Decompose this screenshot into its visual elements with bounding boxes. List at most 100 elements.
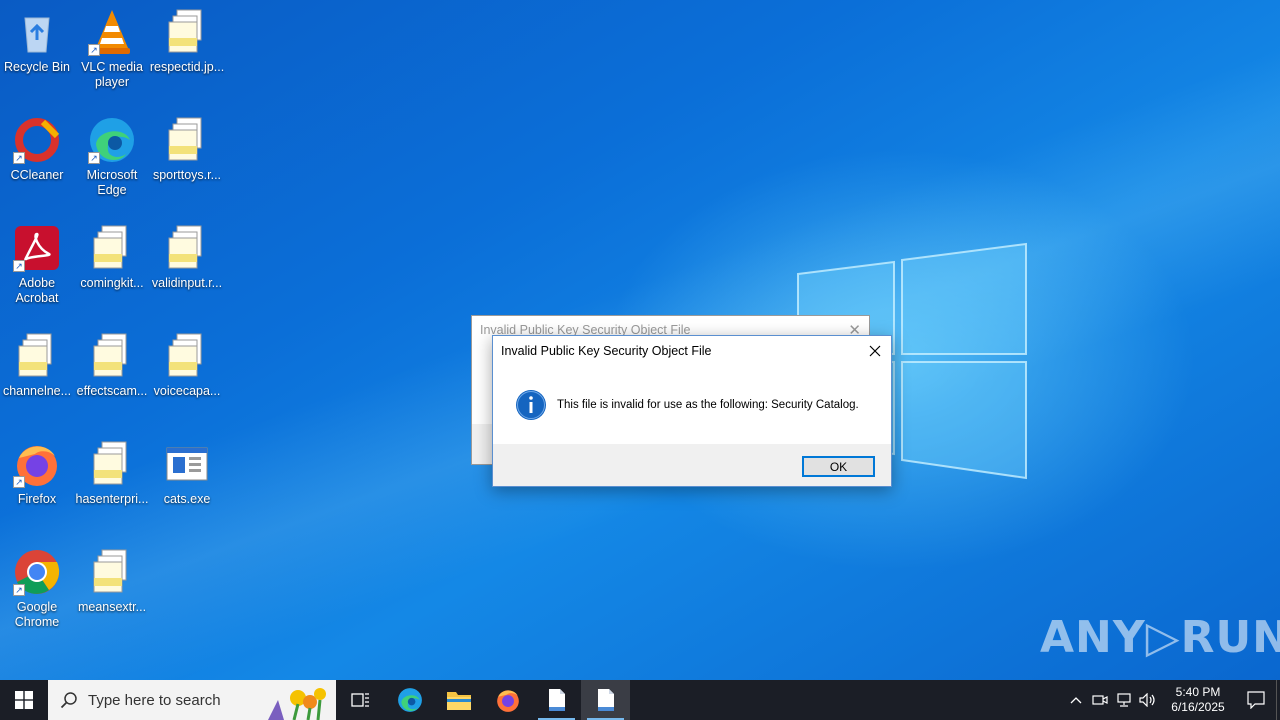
file-stack-icon	[163, 8, 211, 56]
desktop-icon-label: comingkit...	[80, 276, 144, 290]
camera-icon	[1092, 695, 1108, 705]
desktop-icon-label: sporttoys.r...	[152, 168, 222, 182]
desktop-icon-label: VLC media player	[81, 60, 143, 89]
dialog-titlebar[interactable]: Invalid Public Key Security Object File	[493, 336, 891, 366]
desktop-icon-label: validinput.r...	[151, 276, 223, 290]
shortcut-arrow-icon: ↗	[13, 476, 25, 488]
file-stack-icon	[88, 224, 136, 272]
shortcut-arrow-icon: ↗	[88, 152, 100, 164]
executable-window-icon	[163, 440, 211, 488]
desktop-icon-validinput[interactable]: validinput.r...	[149, 224, 225, 291]
windows-start-icon	[15, 691, 33, 709]
desktop-icon-adobe-acrobat[interactable]: ↗ Adobe Acrobat	[0, 224, 75, 306]
ccleaner-icon: ↗	[13, 116, 61, 164]
taskbar-edge-button[interactable]	[385, 680, 434, 720]
clock-date: 6/16/2025	[1171, 700, 1225, 714]
desktop-icon-label: Adobe Acrobat	[15, 276, 59, 305]
document-icon	[597, 689, 614, 711]
desktop-icon-label: cats.exe	[163, 492, 211, 506]
desktop-icon-vlc[interactable]: ↗ VLC media player	[74, 8, 150, 90]
desktop-icon-label: Recycle Bin	[4, 60, 70, 74]
folder-icon	[446, 692, 471, 710]
desktop-icon-voicecapa[interactable]: voicecapa...	[149, 332, 225, 399]
document-icon	[548, 689, 565, 711]
desktop-icon-label: voicecapa...	[153, 384, 221, 398]
taskbar-document-app-active-button[interactable]	[581, 680, 630, 720]
dialog-title: Invalid Public Key Security Object File	[501, 344, 712, 358]
edge-icon	[397, 688, 422, 712]
clock-time: 5:40 PM	[1175, 685, 1221, 699]
file-stack-icon	[163, 332, 211, 380]
desktop-icon-label: hasenterpri...	[75, 492, 149, 506]
search-placeholder: Type here to search	[88, 691, 221, 709]
desktop-icon-respectid[interactable]: respectid.jp...	[149, 8, 225, 75]
desktop-icon-meansextr[interactable]: meansextr...	[74, 548, 150, 615]
edge-icon: ↗	[88, 116, 136, 164]
desktop-icon-effectscam[interactable]: effectscam...	[74, 332, 150, 399]
task-view-button[interactable]	[336, 680, 385, 720]
desktop-icon-channelne[interactable]: channelne...	[0, 332, 75, 399]
chrome-icon: ↗	[13, 548, 61, 596]
taskbar-clock[interactable]: 5:40 PM 6/16/2025	[1160, 685, 1236, 715]
shortcut-arrow-icon: ↗	[88, 44, 100, 56]
tray-meet-now-button[interactable]	[1088, 680, 1112, 720]
dialog-message: This file is invalid for use as the foll…	[557, 399, 859, 411]
desktop-icon-comingkit[interactable]: comingkit...	[74, 224, 150, 291]
file-stack-icon	[163, 116, 211, 164]
anyrun-watermark-logo: ANY▷RUN	[1040, 612, 1280, 663]
taskbar: Type here to search 5:40 PM 6/16/2025	[0, 680, 1280, 720]
ok-button[interactable]: OK	[802, 456, 875, 477]
desktop-icon-sporttoys[interactable]: sporttoys.r...	[149, 116, 225, 183]
desktop-icon-firefox[interactable]: ↗ Firefox	[0, 440, 75, 507]
taskbar-search-box[interactable]: Type here to search	[48, 680, 336, 720]
speaker-icon	[1139, 693, 1155, 707]
tray-network-button[interactable]	[1112, 680, 1136, 720]
system-tray: 5:40 PM 6/16/2025	[1064, 680, 1280, 720]
shortcut-arrow-icon: ↗	[13, 260, 25, 272]
desktop-icon-label: Microsoft Edge	[86, 168, 138, 197]
taskbar-file-explorer-button[interactable]	[434, 680, 483, 720]
desktop-icon-label: respectid.jp...	[149, 60, 225, 74]
desktop-icon-label: Google Chrome	[14, 600, 60, 629]
firefox-icon: ↗	[13, 440, 61, 488]
desktop-icon-label: Firefox	[17, 492, 57, 506]
desktop-icon-label: effectscam...	[76, 384, 148, 398]
error-dialog[interactable]: Invalid Public Key Security Object File …	[492, 335, 892, 487]
task-view-icon	[350, 693, 369, 707]
acrobat-icon: ↗	[13, 224, 61, 272]
show-desktop-button[interactable]	[1276, 680, 1280, 720]
tray-volume-button[interactable]	[1136, 680, 1160, 720]
desktop-icon-ccleaner[interactable]: ↗ CCleaner	[0, 116, 75, 183]
notification-icon	[1247, 691, 1265, 709]
file-stack-icon	[88, 440, 136, 488]
network-icon	[1117, 693, 1131, 707]
taskbar-firefox-button[interactable]	[483, 680, 532, 720]
desktop-icon-label: channelne...	[2, 384, 72, 398]
info-icon	[516, 390, 546, 420]
close-button[interactable]	[859, 336, 891, 366]
file-stack-icon	[13, 332, 61, 380]
desktop-icon-google-chrome[interactable]: ↗ Google Chrome	[0, 548, 75, 630]
desktop-icon-edge[interactable]: ↗ Microsoft Edge	[74, 116, 150, 198]
dialog-footer: OK	[493, 444, 891, 486]
desktop-icon-label: CCleaner	[10, 168, 64, 182]
taskbar-document-app-button[interactable]	[532, 680, 581, 720]
show-hidden-icons-button[interactable]	[1064, 680, 1088, 720]
recycle-bin-icon	[13, 8, 61, 56]
desktop-icon-hasenterpri[interactable]: hasenterpri...	[74, 440, 150, 507]
desktop-icon-cats-exe[interactable]: cats.exe	[149, 440, 225, 507]
desktop-icon-recycle-bin[interactable]: Recycle Bin	[0, 8, 75, 75]
file-stack-icon	[163, 224, 211, 272]
search-highlight-flowers-icon	[268, 688, 326, 720]
dialog-content: This file is invalid for use as the foll…	[493, 366, 891, 444]
chevron-up-icon	[1070, 697, 1082, 704]
search-icon	[60, 692, 77, 709]
close-icon	[869, 345, 881, 357]
start-button[interactable]	[0, 680, 48, 720]
firefox-icon	[496, 690, 519, 712]
shortcut-arrow-icon: ↗	[13, 152, 25, 164]
action-center-button[interactable]	[1236, 680, 1276, 720]
vlc-cone-icon: ↗	[88, 8, 136, 56]
file-stack-icon	[88, 548, 136, 596]
file-stack-icon	[88, 332, 136, 380]
